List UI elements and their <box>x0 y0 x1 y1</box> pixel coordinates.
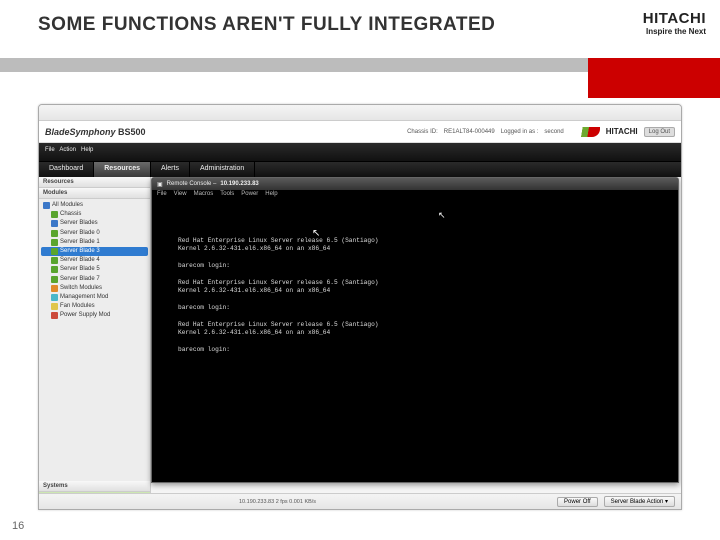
product-name: BladeSymphony BS500 <box>45 127 146 137</box>
product-bar: BladeSymphony BS500 Chassis ID: RE1ALT84… <box>39 121 681 143</box>
blade-icon <box>51 257 58 264</box>
tree-all-modules[interactable]: All Modules <box>41 201 148 210</box>
page-number: 16 <box>12 520 24 532</box>
logout-button[interactable]: Log Out <box>644 127 675 137</box>
tree-sb0[interactable]: Server Blade 0 <box>41 229 148 238</box>
tree-label: Server Blade 1 <box>60 239 100 246</box>
main-pane: Refresh Action ▾ ▣ Remote Console – 10.1… <box>151 177 681 510</box>
product-prefix: BladeSymphony <box>45 127 118 137</box>
tree-label: Server Blades <box>60 220 98 227</box>
remote-console-terminal[interactable]: Red Hat Enterprise Linux Server release … <box>152 201 678 482</box>
folder-icon <box>43 202 50 209</box>
logged-in-label: Logged in as : <box>501 129 539 135</box>
remote-console-menubar: File View Macros Tools Power Help <box>152 190 678 201</box>
menu-help[interactable]: Help <box>81 147 93 153</box>
fan-icon <box>51 303 58 310</box>
tree-label: Switch Modules <box>60 285 102 292</box>
connection-status: 10.190.233.83 2 fps 0.001 KB/s <box>239 499 316 505</box>
console-icon: ▣ <box>157 181 163 188</box>
chassis-icon <box>51 211 58 218</box>
chassis-id: RE1ALT84-000449 <box>444 129 495 135</box>
menu-action[interactable]: Action <box>59 147 76 153</box>
tree-sb4[interactable]: Server Blade 4 <box>41 256 148 265</box>
tree-mgmt[interactable]: Management Mod <box>41 293 148 302</box>
blade-icon <box>51 239 58 246</box>
psu-icon <box>51 312 58 319</box>
tree-sb7[interactable]: Server Blade 7 <box>41 275 148 284</box>
logged-in-user: second <box>544 129 563 135</box>
os-titlebar <box>39 105 681 121</box>
rc-title-ip: 10.190.233.83 <box>220 181 258 187</box>
rc-title-prefix: Remote Console – <box>167 181 217 187</box>
tree-label: Server Blade 3 <box>60 248 100 255</box>
tree-label: Management Mod <box>60 294 108 301</box>
tree-chassis[interactable]: Chassis <box>41 210 148 219</box>
blade-icon <box>51 230 58 237</box>
tree-label: Chassis <box>60 211 81 218</box>
swoosh-graphic <box>570 127 600 137</box>
accent-strip <box>0 58 720 98</box>
mgmt-icon <box>51 294 58 301</box>
rc-menu-file[interactable]: File <box>157 191 167 200</box>
tree-label: All Modules <box>52 202 83 209</box>
tree-label: Server Blade 4 <box>60 257 100 264</box>
folder-icon <box>51 220 58 227</box>
nav-tabs: Dashboard Resources Alerts Administratio… <box>39 161 681 177</box>
module-tree: All Modules Chassis Server Blades Server… <box>39 199 150 481</box>
hitachi-mini-logo: HITACHI <box>606 127 638 136</box>
tree-switch[interactable]: Switch Modules <box>41 284 148 293</box>
tree-sb5[interactable]: Server Blade 5 <box>41 265 148 274</box>
slide-title: SOME FUNCTIONS AREN'T FULLY INTEGRATED <box>0 0 590 58</box>
tab-administration[interactable]: Administration <box>190 162 255 177</box>
tree-fan[interactable]: Fan Modules <box>41 302 148 311</box>
chassis-label: Chassis ID: <box>407 129 438 135</box>
rc-menu-view[interactable]: View <box>174 191 187 200</box>
rc-menu-help[interactable]: Help <box>265 191 277 200</box>
tree-label: Server Blade 7 <box>60 276 100 283</box>
tree-label: Power Supply Mod <box>60 312 110 319</box>
hitachi-logo: HITACHI <box>590 10 706 27</box>
blade-icon <box>51 266 58 273</box>
tab-alerts[interactable]: Alerts <box>151 162 190 177</box>
menu-bar: File Action Help <box>39 143 95 161</box>
tab-dashboard[interactable]: Dashboard <box>39 162 94 177</box>
switch-icon <box>51 285 58 292</box>
tree-label: Server Blade 0 <box>60 230 100 237</box>
product-model: BS500 <box>118 127 146 137</box>
tab-resources[interactable]: Resources <box>94 162 151 177</box>
blade-icon <box>51 248 58 255</box>
app-window: BladeSymphony BS500 Chassis ID: RE1ALT84… <box>38 104 682 510</box>
dark-ribbon: File Action Help <box>39 143 681 161</box>
server-blade-action-button[interactable]: Server Blade Action ▾ <box>604 496 675 507</box>
tree-sb3[interactable]: Server Blade 3 <box>41 247 148 256</box>
tree-label: Server Blade 5 <box>60 266 100 273</box>
tree-label: Fan Modules <box>60 303 95 310</box>
sidebar-heading-modules: Modules <box>39 188 150 199</box>
sidebar-heading-resources: Resources <box>39 177 150 188</box>
menu-file[interactable]: File <box>45 147 55 153</box>
rc-menu-tools[interactable]: Tools <box>220 191 234 200</box>
brand-tagline: Inspire the Next <box>590 27 706 36</box>
tree-psu[interactable]: Power Supply Mod <box>41 311 148 320</box>
sidebar-heading-systems: Systems <box>39 481 150 492</box>
remote-console-window: ▣ Remote Console – 10.190.233.83 File Vi… <box>151 177 679 483</box>
rc-menu-macros[interactable]: Macros <box>194 191 214 200</box>
tree-sb1[interactable]: Server Blade 1 <box>41 238 148 247</box>
brand-block: HITACHI Inspire the Next <box>590 0 720 58</box>
rc-menu-power[interactable]: Power <box>241 191 258 200</box>
remote-console-titlebar[interactable]: ▣ Remote Console – 10.190.233.83 <box>152 178 678 190</box>
sidebar: Resources Modules All Modules Chassis Se… <box>39 177 151 510</box>
window-footer: 10.190.233.83 2 fps 0.001 KB/s Power Off… <box>39 493 681 509</box>
blade-icon <box>51 276 58 283</box>
power-off-button[interactable]: Power Off <box>557 497 598 507</box>
tree-server-blades[interactable]: Server Blades <box>41 219 148 228</box>
